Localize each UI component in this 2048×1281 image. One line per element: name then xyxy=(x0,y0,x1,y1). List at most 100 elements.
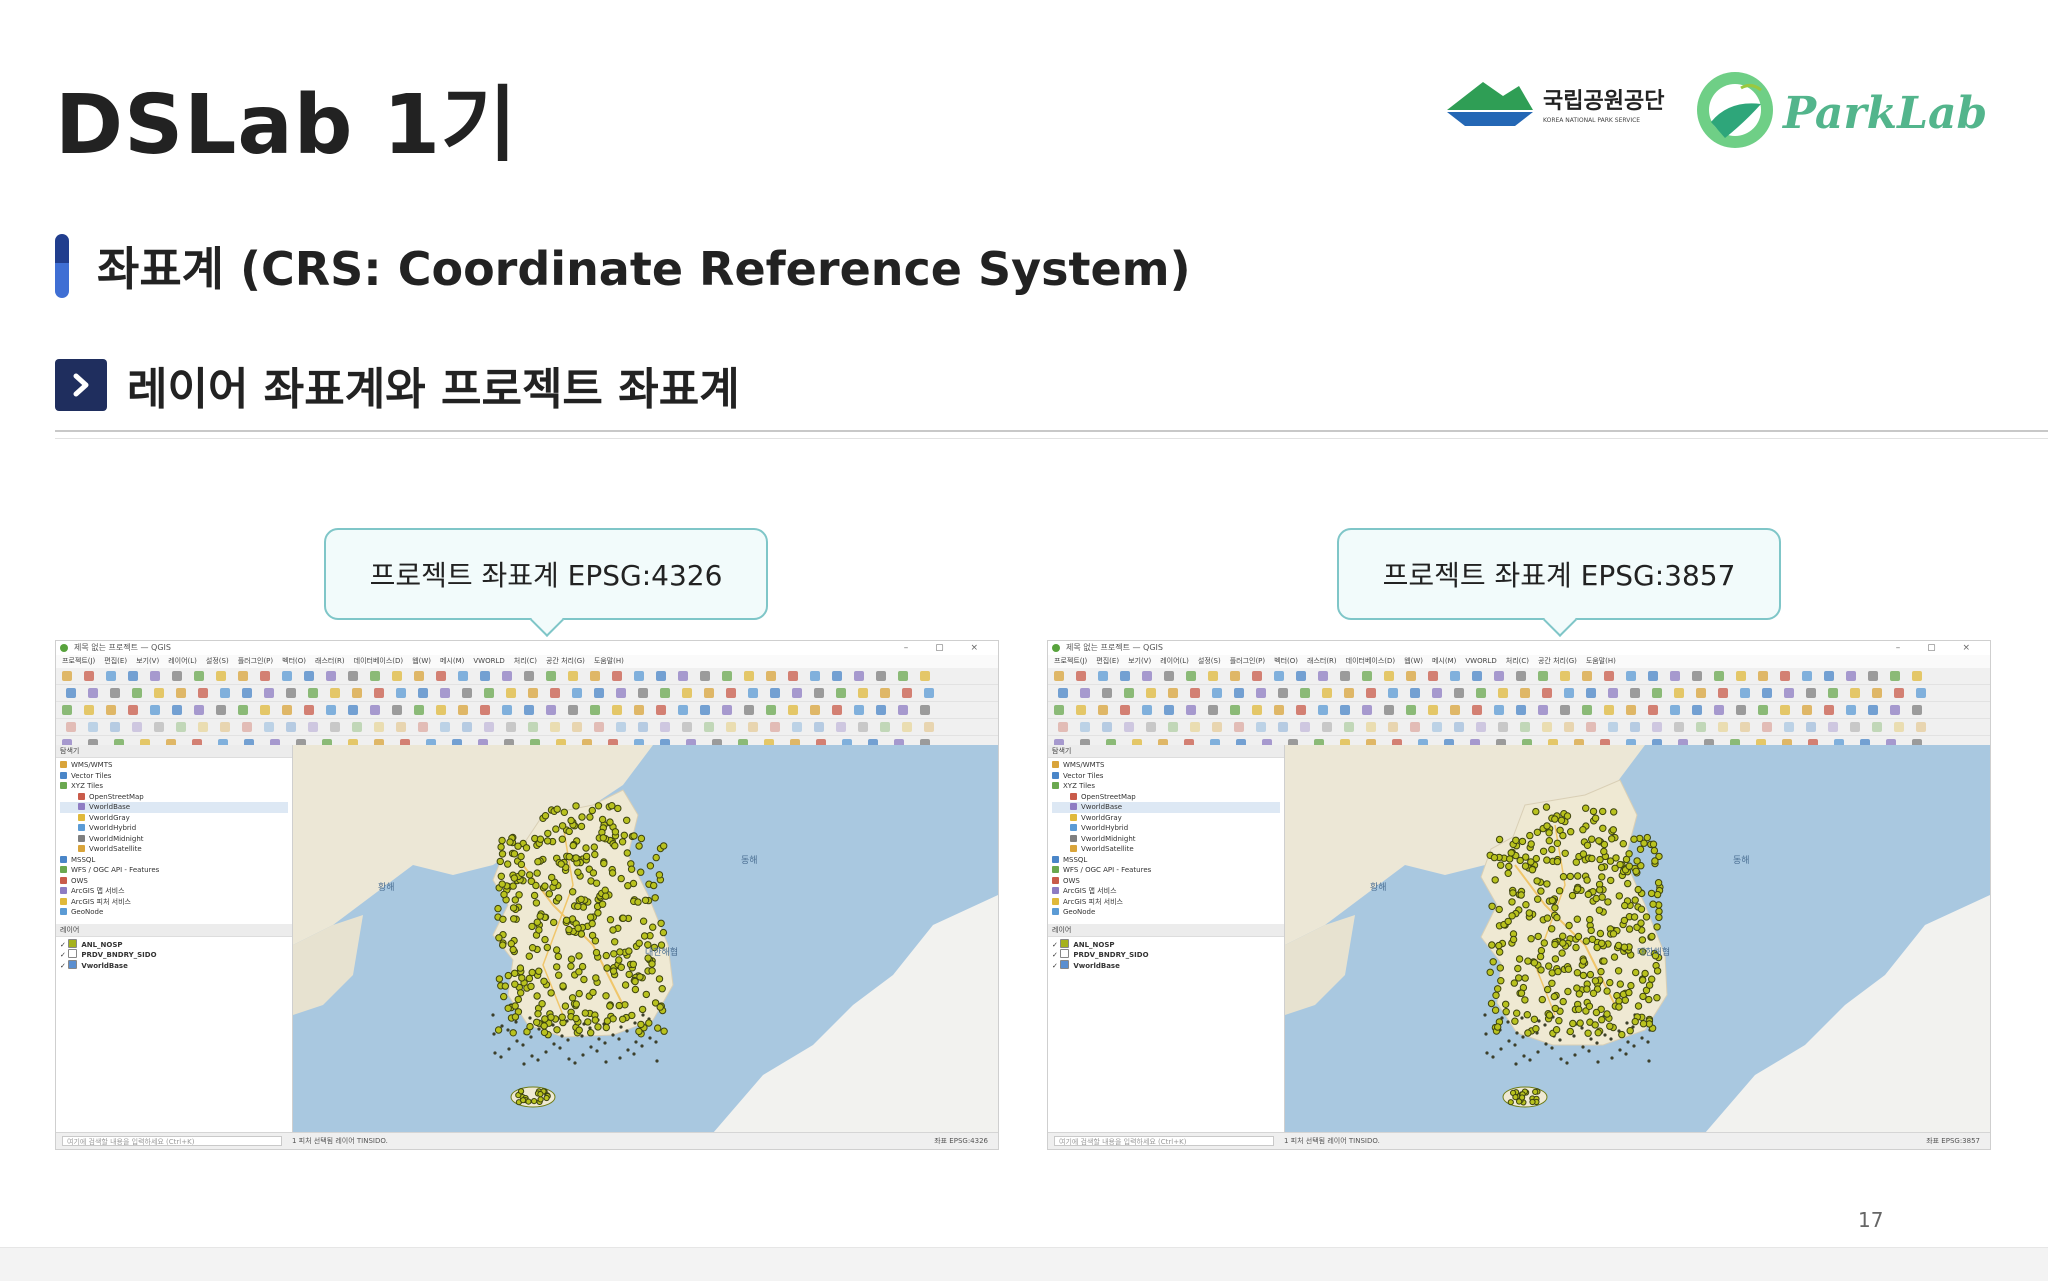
tool-icon[interactable] xyxy=(418,722,428,732)
tool-icon[interactable] xyxy=(1912,671,1922,681)
menu-item[interactable]: VWORLD xyxy=(473,657,504,665)
browser-item[interactable]: ArcGIS 맵 서비스 xyxy=(60,886,288,897)
tool-icon[interactable] xyxy=(836,688,846,698)
tool-icon[interactable] xyxy=(1054,705,1064,715)
tool-icon[interactable] xyxy=(1410,688,1420,698)
tool-icon[interactable] xyxy=(1432,688,1442,698)
tool-icon[interactable] xyxy=(326,671,336,681)
tool-icon[interactable] xyxy=(1626,705,1636,715)
tool-icon[interactable] xyxy=(1824,671,1834,681)
tool-icon[interactable] xyxy=(1388,722,1398,732)
tool-icon[interactable] xyxy=(506,722,516,732)
tool-icon[interactable] xyxy=(1784,722,1794,732)
tool-icon[interactable] xyxy=(1670,705,1680,715)
tool-icon[interactable] xyxy=(392,705,402,715)
tool-icon[interactable] xyxy=(1916,722,1926,732)
tool-icon[interactable] xyxy=(1428,671,1438,681)
tool-icon[interactable] xyxy=(1850,722,1860,732)
browser-item[interactable]: XYZ Tiles xyxy=(1052,781,1280,792)
browser-item[interactable]: VworldHybrid xyxy=(60,823,288,834)
tool-icon[interactable] xyxy=(1322,688,1332,698)
tool-icon[interactable] xyxy=(1076,705,1086,715)
tool-icon[interactable] xyxy=(1120,671,1130,681)
tool-icon[interactable] xyxy=(1560,671,1570,681)
tool-icon[interactable] xyxy=(1058,688,1068,698)
tool-icon[interactable] xyxy=(1230,705,1240,715)
tool-icon[interactable] xyxy=(128,671,138,681)
browser-item[interactable]: VworldBase xyxy=(1052,802,1280,813)
tool-icon[interactable] xyxy=(770,688,780,698)
tool-icon[interactable] xyxy=(1318,671,1328,681)
tool-icon[interactable] xyxy=(568,705,578,715)
tool-icon[interactable] xyxy=(1582,705,1592,715)
browser-item[interactable]: OWS xyxy=(1052,876,1280,887)
tool-icon[interactable] xyxy=(612,671,622,681)
tool-icon[interactable] xyxy=(590,671,600,681)
tool-icon[interactable] xyxy=(1714,671,1724,681)
menu-item[interactable]: VWORLD xyxy=(1465,657,1496,665)
tool-icon[interactable] xyxy=(1102,688,1112,698)
tool-icon[interactable] xyxy=(264,688,274,698)
browser-item[interactable]: XYZ Tiles xyxy=(60,781,288,792)
tool-icon[interactable] xyxy=(304,671,314,681)
layer-item[interactable]: ✓ VworldBase xyxy=(1052,959,1280,971)
tool-icon[interactable] xyxy=(880,688,890,698)
tool-icon[interactable] xyxy=(572,688,582,698)
tool-icon[interactable] xyxy=(106,705,116,715)
tool-icon[interactable] xyxy=(238,705,248,715)
tool-icon[interactable] xyxy=(1300,722,1310,732)
tool-icon[interactable] xyxy=(88,688,98,698)
tool-icon[interactable] xyxy=(1806,722,1816,732)
tool-icon[interactable] xyxy=(1124,688,1134,698)
tool-icon[interactable] xyxy=(594,688,604,698)
tool-icon[interactable] xyxy=(1718,722,1728,732)
tool-icon[interactable] xyxy=(1846,705,1856,715)
tool-icon[interactable] xyxy=(1692,705,1702,715)
tool-icon[interactable] xyxy=(1758,671,1768,681)
tool-icon[interactable] xyxy=(1164,671,1174,681)
tool-icon[interactable] xyxy=(1212,722,1222,732)
tool-icon[interactable] xyxy=(854,671,864,681)
tool-icon[interactable] xyxy=(414,671,424,681)
tool-icon[interactable] xyxy=(1186,671,1196,681)
tool-icon[interactable] xyxy=(656,671,666,681)
tool-icon[interactable] xyxy=(748,688,758,698)
tool-icon[interactable] xyxy=(176,722,186,732)
tool-icon[interactable] xyxy=(1296,671,1306,681)
tool-icon[interactable] xyxy=(704,722,714,732)
tool-icon[interactable] xyxy=(792,688,802,698)
tool-icon[interactable] xyxy=(1670,671,1680,681)
tool-icon[interactable] xyxy=(1212,688,1222,698)
tool-icon[interactable] xyxy=(1564,722,1574,732)
tool-icon[interactable] xyxy=(1516,705,1526,715)
tool-icon[interactable] xyxy=(1872,688,1882,698)
browser-item[interactable]: ArcGIS 피처 서비스 xyxy=(60,897,288,908)
browser-item[interactable]: ArcGIS 피처 서비스 xyxy=(1052,897,1280,908)
menu-item[interactable]: 설정(S) xyxy=(206,657,229,665)
tool-icon[interactable] xyxy=(924,688,934,698)
tool-icon[interactable] xyxy=(62,671,72,681)
tool-icon[interactable] xyxy=(440,688,450,698)
tool-icon[interactable] xyxy=(1454,688,1464,698)
tool-icon[interactable] xyxy=(1890,671,1900,681)
tool-icon[interactable] xyxy=(634,705,644,715)
tool-icon[interactable] xyxy=(462,688,472,698)
tool-icon[interactable] xyxy=(1252,671,1262,681)
tool-icon[interactable] xyxy=(1762,722,1772,732)
layer-item[interactable]: ✓ PRDV_BNDRY_SIDO xyxy=(1052,949,1280,960)
tool-icon[interactable] xyxy=(1494,671,1504,681)
tool-icon[interactable] xyxy=(436,705,446,715)
tool-icon[interactable] xyxy=(1784,688,1794,698)
tool-icon[interactable] xyxy=(1124,722,1134,732)
tool-icon[interactable] xyxy=(458,705,468,715)
menu-item[interactable]: 웹(W) xyxy=(1404,657,1423,665)
menu-item[interactable]: 설정(S) xyxy=(1198,657,1221,665)
tool-icon[interactable] xyxy=(1758,705,1768,715)
tool-icon[interactable] xyxy=(524,705,534,715)
tool-icon[interactable] xyxy=(748,722,758,732)
tool-icon[interactable] xyxy=(726,688,736,698)
tool-icon[interactable] xyxy=(726,722,736,732)
tool-icon[interactable] xyxy=(1296,705,1306,715)
tool-icon[interactable] xyxy=(440,722,450,732)
menu-item[interactable]: 레이어(L) xyxy=(1160,657,1189,665)
